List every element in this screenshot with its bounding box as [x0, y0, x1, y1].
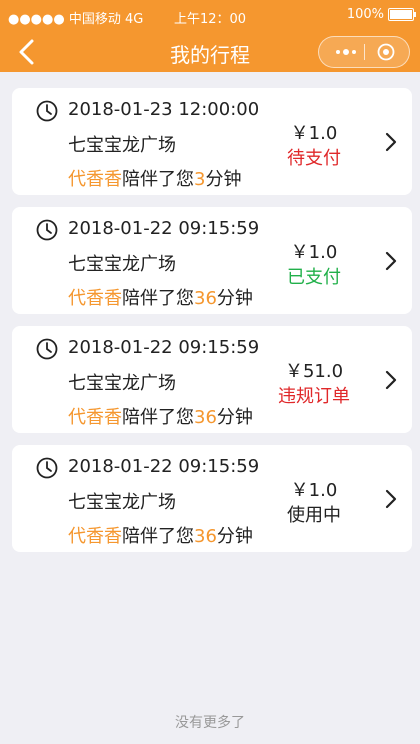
chevron-right-icon	[385, 251, 397, 271]
trip-place: 七宝宝龙广场	[68, 135, 176, 156]
trip-status: 使用中	[287, 505, 341, 526]
trip-price: ￥1.0	[290, 480, 338, 501]
companion-name: 代香香	[68, 526, 122, 547]
trip-status: 已支付	[287, 267, 341, 288]
trip-price: ￥51.0	[284, 361, 344, 382]
companion-name: 代香香	[68, 407, 122, 428]
trip-card[interactable]: 2018-01-22 09:15:59 七宝宝龙广场 代香香陪伴了您36分钟 ￥…	[12, 326, 412, 433]
clock-icon	[36, 338, 58, 360]
target-circle-icon[interactable]	[377, 43, 395, 61]
companion-text: 陪伴了您	[122, 407, 194, 428]
trip-datetime: 2018-01-22 09:15:59	[68, 218, 260, 239]
clock-icon	[36, 219, 58, 241]
trip-minutes: 36	[194, 407, 217, 428]
trip-card[interactable]: 2018-01-23 12:00:00 七宝宝龙广场 代香香陪伴了您3分钟 ￥1…	[12, 88, 412, 195]
trip-minutes: 36	[194, 288, 217, 309]
trip-companion-line: 代香香陪伴了您36分钟	[68, 403, 253, 429]
trip-datetime: 2018-01-22 09:15:59	[68, 337, 260, 358]
companion-name: 代香香	[68, 288, 122, 309]
minutes-unit: 分钟	[216, 526, 253, 547]
trip-status: 待支付	[287, 148, 341, 169]
battery-percent: 100%	[346, 7, 384, 22]
trip-companion-line: 代香香陪伴了您36分钟	[68, 522, 253, 548]
trip-datetime: 2018-01-23 12:00:00	[68, 99, 260, 120]
trip-place: 七宝宝龙广场	[68, 492, 176, 513]
trip-place: 七宝宝龙广场	[68, 254, 176, 275]
companion-text: 陪伴了您	[122, 288, 194, 309]
trip-minutes: 36	[194, 526, 217, 547]
trip-status: 违规订单	[278, 386, 350, 407]
minutes-unit: 分钟	[205, 169, 242, 190]
status-bar: ●●●●● 中国移动 4G 上午12：00 100%	[0, 0, 420, 32]
clock-icon	[36, 100, 58, 122]
trip-companion-line: 代香香陪伴了您36分钟	[68, 284, 253, 310]
trip-place: 七宝宝龙广场	[68, 373, 176, 394]
companion-text: 陪伴了您	[122, 526, 194, 547]
trip-price: ￥1.0	[290, 123, 338, 144]
chevron-right-icon	[385, 132, 397, 152]
trip-minutes: 3	[194, 169, 206, 190]
trip-card[interactable]: 2018-01-22 09:15:59 七宝宝龙广场 代香香陪伴了您36分钟 ￥…	[12, 207, 412, 314]
list-end-text: 没有更多了	[175, 715, 245, 731]
chevron-right-icon	[385, 489, 397, 509]
nav-bar: 我的行程	[0, 32, 420, 72]
companion-text: 陪伴了您	[122, 169, 194, 190]
capsule-divider	[364, 44, 365, 60]
battery-icon	[388, 8, 416, 21]
minutes-unit: 分钟	[216, 407, 253, 428]
trip-list: 2018-01-23 12:00:00 七宝宝龙广场 代香香陪伴了您3分钟 ￥1…	[12, 88, 412, 564]
trip-datetime: 2018-01-22 09:15:59	[68, 456, 260, 477]
more-dots-icon[interactable]	[329, 37, 363, 67]
companion-name: 代香香	[68, 169, 122, 190]
minutes-unit: 分钟	[216, 288, 253, 309]
chevron-right-icon	[385, 370, 397, 390]
trip-card[interactable]: 2018-01-22 09:15:59 七宝宝龙广场 代香香陪伴了您36分钟 ￥…	[12, 445, 412, 552]
trip-price: ￥1.0	[290, 242, 338, 263]
trip-companion-line: 代香香陪伴了您3分钟	[68, 165, 241, 191]
battery-indicator: 100%	[346, 7, 416, 22]
mini-program-capsule	[318, 36, 410, 68]
clock-icon	[36, 457, 58, 479]
